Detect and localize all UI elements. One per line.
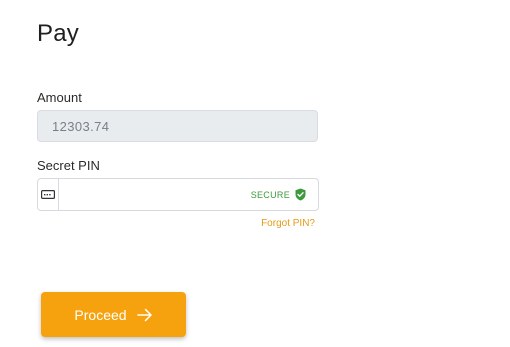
amount-field: 12303.74 [37, 110, 318, 142]
amount-value: 12303.74 [52, 118, 110, 134]
payment-page: Pay Amount 12303.74 Secret PIN SECURE Fo… [0, 0, 510, 347]
proceed-label: Proceed [74, 306, 127, 323]
pin-icon-box [38, 179, 59, 210]
keyboard-icon [40, 190, 55, 199]
proceed-button[interactable]: Proceed [41, 292, 186, 337]
amount-label: Amount [37, 90, 82, 105]
pin-field-container: SECURE [37, 178, 319, 211]
pin-label: Secret PIN [37, 158, 100, 173]
pin-input[interactable] [58, 179, 251, 210]
arrow-right-icon [136, 308, 152, 321]
shield-check-icon [295, 188, 306, 201]
forgot-pin-link[interactable]: Forgot PIN? [261, 218, 315, 229]
secure-badge: SECURE [251, 188, 318, 201]
page-title: Pay [37, 20, 79, 47]
secure-text: SECURE [250, 189, 290, 200]
